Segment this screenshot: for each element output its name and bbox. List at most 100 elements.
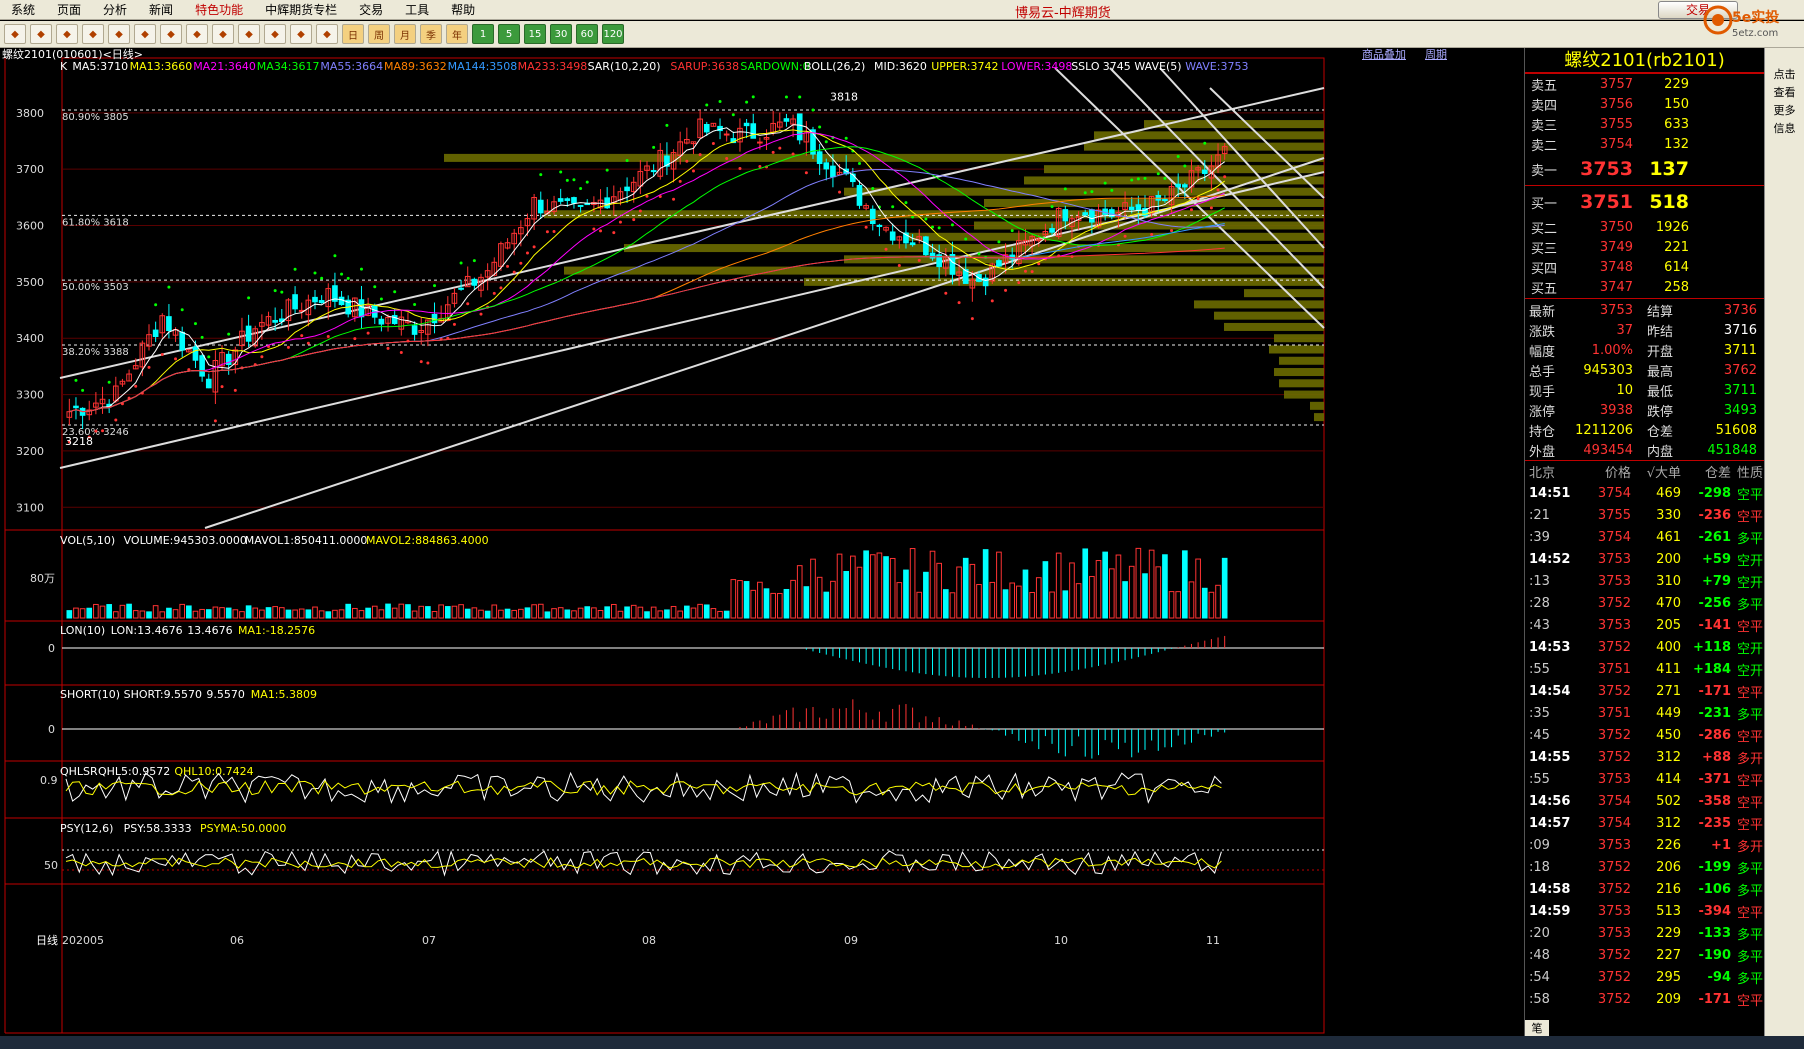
kline-chart-area[interactable]: 3800 3700 3600 3500 3400 3300 3200 3100 80.90% 3… — [0, 48, 1524, 1036]
qhl-axis: 0.9 — [40, 774, 58, 787]
minute-1[interactable]: 5 — [498, 24, 520, 44]
home-icon[interactable]: ◆ — [4, 24, 26, 44]
minute-3[interactable]: 30 — [550, 24, 572, 44]
bid-row-1-label: 买一 — [1531, 196, 1558, 212]
tick-nature: 空开 — [1736, 553, 1763, 569]
stat-label-2: 内盘 — [1647, 444, 1674, 460]
tick-volume: 205 — [1656, 617, 1681, 633]
period-1[interactable]: 周 — [368, 24, 390, 44]
menu-8[interactable]: 帮助 — [440, 1, 486, 18]
minute-4[interactable]: 60 — [576, 24, 598, 44]
up-arrow-icon[interactable]: ◆ — [30, 24, 52, 44]
menu-4[interactable]: 特色功能 — [184, 1, 254, 18]
candle-body — [996, 260, 1002, 267]
tick-price: 3752 — [1597, 639, 1631, 655]
stat-label: 总手 — [1529, 364, 1556, 380]
volume-bar — [186, 605, 192, 619]
volume-bar — [969, 563, 976, 619]
period-link[interactable]: 周期 — [1425, 46, 1447, 62]
volume-bar — [99, 605, 106, 619]
candle-body — [458, 287, 464, 290]
candle-body — [743, 122, 750, 127]
edge-text-1[interactable]: 查看 — [1765, 84, 1804, 100]
volume-bar — [1195, 558, 1201, 619]
period-4[interactable]: 年 — [446, 24, 468, 44]
tick-nature: 多平 — [1736, 927, 1763, 943]
edge-text-2[interactable]: 更多 — [1765, 102, 1804, 118]
candle-body — [292, 294, 298, 310]
volume-bar — [298, 608, 305, 619]
tick-nature: 空开 — [1736, 575, 1763, 591]
menu-2[interactable]: 分析 — [92, 1, 138, 18]
cup-icon[interactable]: ◆ — [212, 24, 234, 44]
price-tick: 3300 — [16, 389, 44, 402]
candle-body — [1175, 183, 1182, 188]
ruler-icon[interactable]: ◆ — [290, 24, 312, 44]
volume-bar — [1115, 554, 1122, 619]
tick-header-4: 性质 — [1736, 466, 1763, 481]
ma-legend-3: MA21:3640 — [193, 60, 256, 73]
minute-5[interactable]: 120 — [602, 24, 624, 44]
period-0[interactable]: 日 — [342, 24, 364, 44]
stat-label: 最新 — [1529, 304, 1556, 320]
volume-bar — [192, 610, 199, 619]
kline-chart-canvas[interactable]: 3800 3700 3600 3500 3400 3300 3200 3100 80.90% 3… — [0, 48, 1524, 1036]
overlay-compare-link[interactable]: 商品叠加 — [1362, 46, 1406, 62]
forward-icon[interactable]: ◆ — [82, 24, 104, 44]
tick-price: 3754 — [1597, 529, 1631, 545]
tick-time: 14:56 — [1529, 793, 1571, 809]
pen-icon[interactable]: ◆ — [160, 24, 182, 44]
ask-row-2-volume: 633 — [1664, 116, 1689, 132]
edge-text-3[interactable]: 信息 — [1765, 120, 1804, 136]
period-3[interactable]: 季 — [420, 24, 442, 44]
tick-price: 3753 — [1597, 617, 1631, 633]
lock-icon[interactable]: ◆ — [186, 24, 208, 44]
minute-0[interactable]: 1 — [472, 24, 494, 44]
info-icon[interactable]: ◆ — [238, 24, 260, 44]
bid-row-1-volume: 518 — [1649, 191, 1689, 213]
volume-bar — [929, 550, 936, 619]
menu-5[interactable]: 中辉期货专栏 — [254, 1, 348, 18]
stat-label-2: 仓差 — [1647, 424, 1674, 440]
menu-7[interactable]: 工具 — [394, 1, 440, 18]
tick-nature: 多平 — [1736, 949, 1763, 965]
search-icon[interactable]: ◆ — [108, 24, 130, 44]
volume-bar — [325, 611, 332, 619]
period-2[interactable]: 月 — [394, 24, 416, 44]
candle-body — [1128, 206, 1135, 211]
menu-6[interactable]: 交易 — [348, 1, 394, 18]
bottom-tab[interactable]: 笔 — [1525, 1020, 1549, 1036]
volume-bar — [239, 611, 245, 619]
volume-bar — [763, 588, 770, 619]
tick-volume: 414 — [1656, 771, 1681, 787]
minute-2[interactable]: 15 — [524, 24, 546, 44]
volume-bar — [996, 551, 1002, 619]
back-icon[interactable]: ◆ — [56, 24, 78, 44]
volume-bar — [730, 579, 737, 619]
ma-legend-4: MA34:3617 — [257, 60, 320, 73]
psy-legend-0: PSY(12,6) — [60, 822, 113, 835]
menu-1[interactable]: 页面 — [46, 1, 92, 18]
tick-price: 3752 — [1597, 969, 1631, 985]
tick-time: :55 — [1529, 771, 1550, 787]
tick-icon[interactable]: ◆ — [316, 24, 338, 44]
list-icon[interactable]: ◆ — [264, 24, 286, 44]
candle-body — [1201, 169, 1208, 174]
tick-row: :39 3754 461 -261 多平 — [1525, 526, 1764, 548]
vol-legend-1: VOLUME:945303.0000 — [124, 534, 247, 547]
volume-bar — [1055, 552, 1062, 619]
volume-bar — [106, 604, 112, 619]
tick-oi-change: +59 — [1702, 551, 1731, 567]
ma-legend-12: BOLL(26,2) — [804, 60, 865, 73]
volume-bar — [159, 611, 166, 619]
volume-bar — [604, 606, 610, 619]
edge-text-0[interactable]: 点击 — [1765, 66, 1804, 82]
zoom-icon[interactable]: ◆ — [134, 24, 156, 44]
candle-body — [783, 118, 790, 122]
menu-3[interactable]: 新闻 — [138, 1, 184, 18]
menu-0[interactable]: 系统 — [0, 1, 46, 18]
tick-row: 14:52 3753 200 +59 空开 — [1525, 548, 1764, 570]
candle-body — [757, 141, 763, 144]
tick-price: 3754 — [1597, 815, 1631, 831]
stat-row-3: 总手 945303 最高 3762 — [1525, 360, 1764, 380]
